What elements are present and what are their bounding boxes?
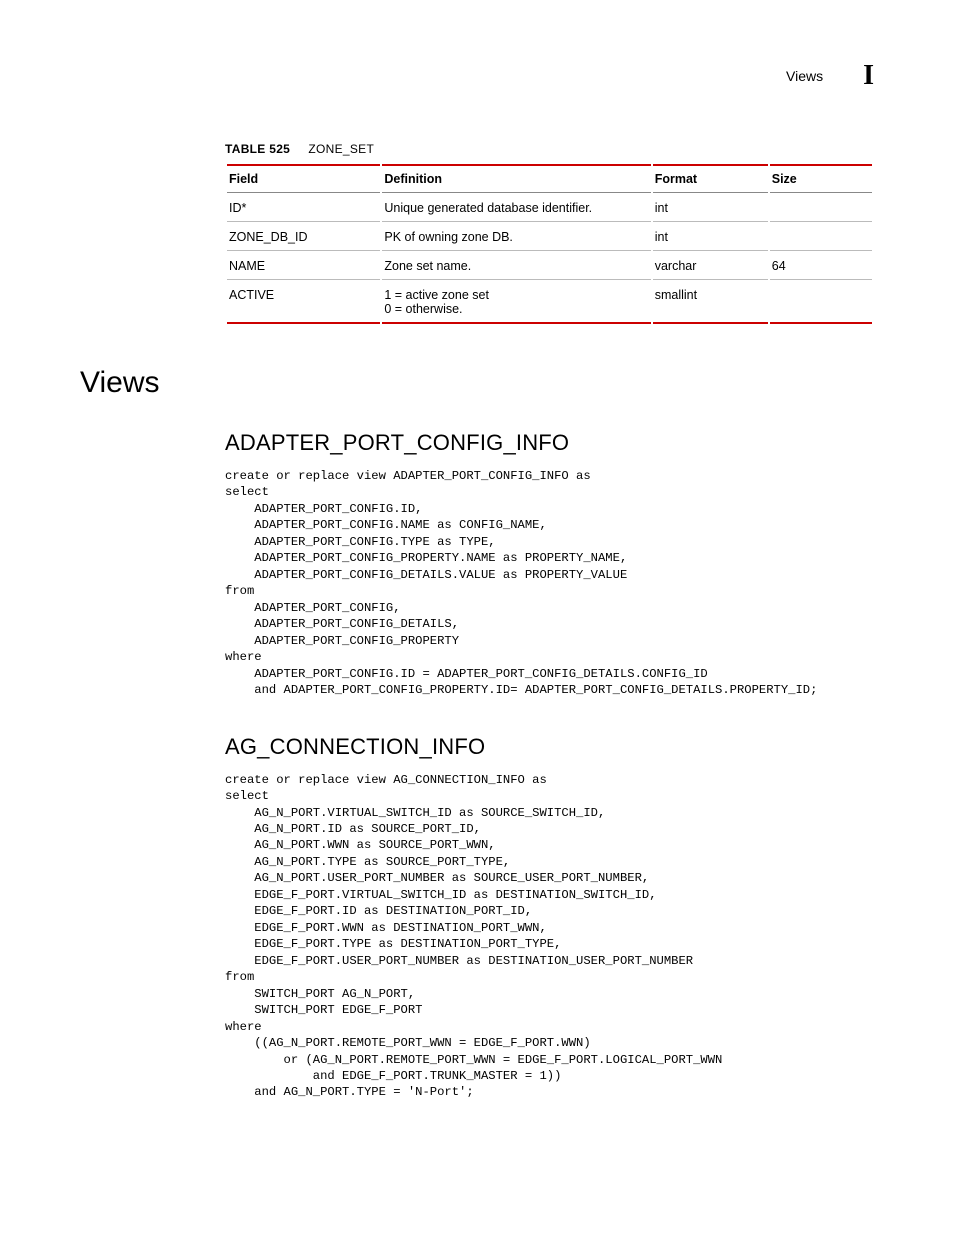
view-sql-code: create or replace view ADAPTER_PORT_CONF…: [225, 468, 874, 699]
header-chapter-marker: I: [863, 60, 874, 92]
cell-field: NAME: [227, 253, 380, 280]
col-header-size: Size: [770, 164, 872, 193]
cell-size: [770, 195, 872, 222]
cell-field: ACTIVE: [227, 282, 380, 324]
header-section-label: Views: [786, 68, 823, 84]
cell-definition: Unique generated database identifier.: [382, 195, 650, 222]
table-row: ACTIVE 1 = active zone set 0 = otherwise…: [227, 282, 872, 324]
col-header-definition: Definition: [382, 164, 650, 193]
cell-format: varchar: [653, 253, 768, 280]
section-heading-views: Views: [80, 366, 874, 400]
cell-field: ID*: [227, 195, 380, 222]
cell-size: 64: [770, 253, 872, 280]
view-sql-code: create or replace view AG_CONNECTION_INF…: [225, 772, 874, 1101]
cell-format: int: [653, 195, 768, 222]
cell-size: [770, 282, 872, 324]
cell-format: int: [653, 224, 768, 251]
view-heading: ADAPTER_PORT_CONFIG_INFO: [225, 430, 874, 456]
cell-format: smallint: [653, 282, 768, 324]
table-caption: TABLE 525 ZONE_SET: [225, 142, 874, 156]
table-header-row: Field Definition Format Size: [227, 164, 872, 193]
table-row: NAME Zone set name. varchar 64: [227, 253, 872, 280]
table-name: ZONE_SET: [308, 142, 374, 156]
page-header: Views I: [80, 60, 874, 92]
view-heading: AG_CONNECTION_INFO: [225, 734, 874, 760]
col-header-format: Format: [653, 164, 768, 193]
cell-field: ZONE_DB_ID: [227, 224, 380, 251]
cell-definition: PK of owning zone DB.: [382, 224, 650, 251]
table-number: TABLE 525: [225, 142, 290, 156]
table-row: ID* Unique generated database identifier…: [227, 195, 872, 222]
schema-table: Field Definition Format Size ID* Unique …: [225, 162, 874, 326]
cell-definition: 1 = active zone set 0 = otherwise.: [382, 282, 650, 324]
table-row: ZONE_DB_ID PK of owning zone DB. int: [227, 224, 872, 251]
cell-size: [770, 224, 872, 251]
col-header-field: Field: [227, 164, 380, 193]
cell-definition: Zone set name.: [382, 253, 650, 280]
